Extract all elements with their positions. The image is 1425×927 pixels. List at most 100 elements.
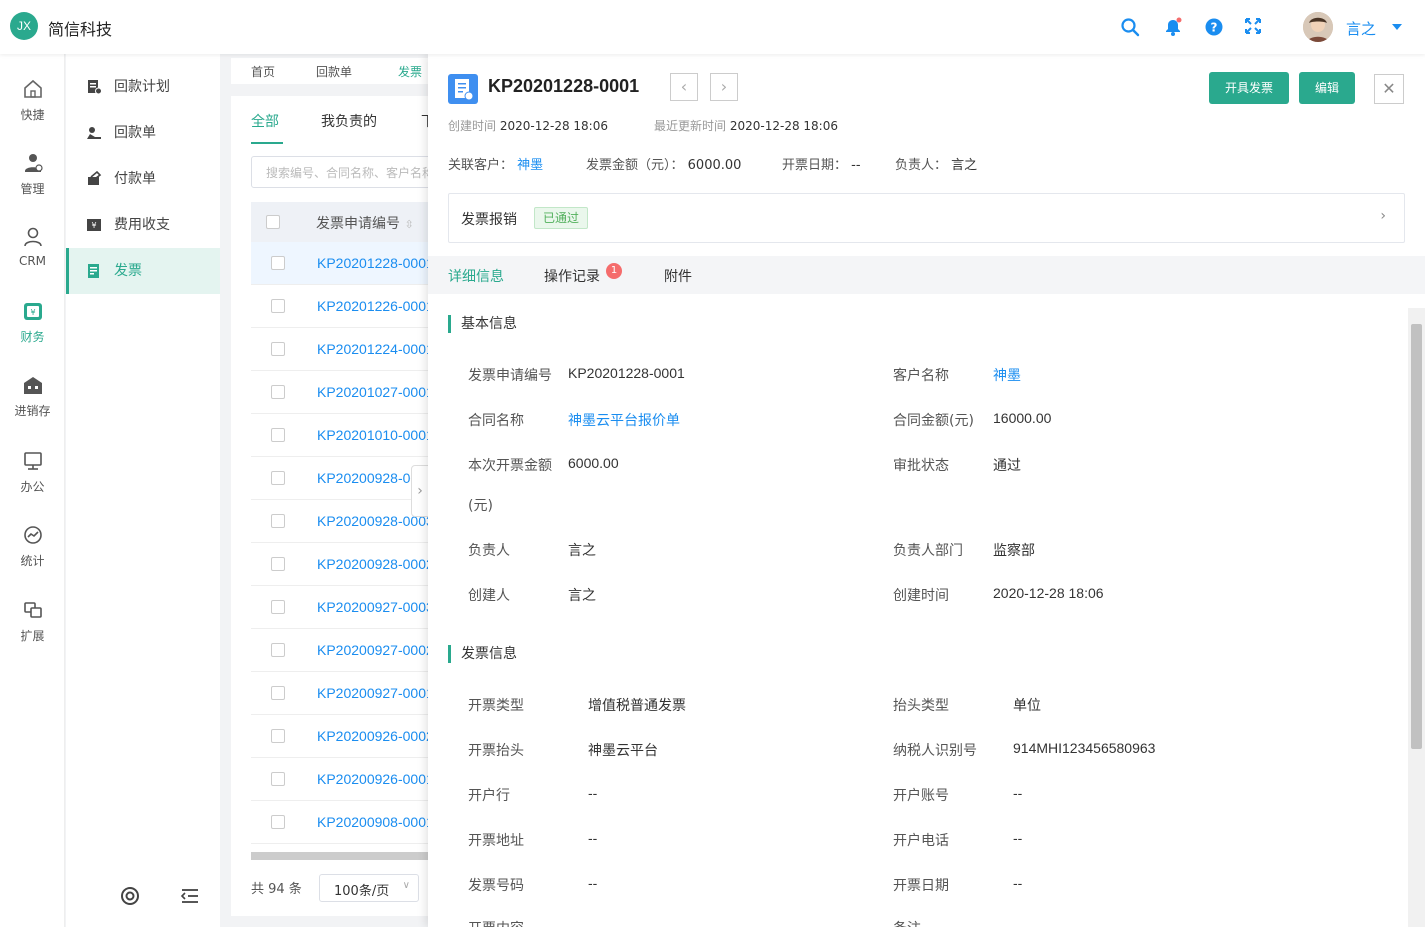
tab-operation-log[interactable]: 操作记录 [544,266,600,286]
field-value: -- [1013,830,1023,846]
invoice-no-link[interactable]: KP20200927-0002 [317,642,431,658]
horizontal-scrollbar[interactable] [251,852,431,860]
close-icon[interactable]: ✕ [1374,74,1404,104]
row-checkbox[interactable] [271,729,285,743]
table-row[interactable]: KP20201010-0001 [251,414,431,457]
chevron-down-icon[interactable] [1392,24,1402,30]
row-checkbox[interactable] [271,815,285,829]
contract-link[interactable]: 神墨云平台报价单 [568,410,680,430]
row-checkbox[interactable] [271,471,285,485]
scrollbar-thumb[interactable] [1411,324,1422,749]
table-row[interactable]: KP20200908-0001 [251,801,431,844]
row-checkbox[interactable] [271,643,285,657]
invoice-no-link[interactable]: KP20201027-0001 [317,384,431,400]
vertical-scrollbar[interactable] [1408,308,1425,927]
nav-item-extend[interactable]: 扩展 [0,599,65,644]
nav-item-quick[interactable]: 快捷 [0,78,65,123]
table-row[interactable]: KP20200928-0003 [251,500,431,543]
invoice-no-link[interactable]: KP20200908-0001 [317,814,431,830]
table-row[interactable]: KP20200928-0002 [251,543,431,586]
prev-record-button[interactable]: ‹ [670,73,698,101]
nav-item-stats[interactable]: 统计 [0,524,65,569]
approval-flow-card[interactable]: 发票报销 已通过 › [448,193,1405,243]
table-row[interactable]: KP20200926-0002 [251,715,431,758]
table-row[interactable]: KP20200926-0001 [251,758,431,801]
tab-mine[interactable]: 我负责的 [321,111,377,131]
page-tab-invoice[interactable]: 发票 [398,63,422,80]
subnav-label: 回款单 [114,125,156,141]
row-checkbox[interactable] [271,600,285,614]
nav-item-inventory[interactable]: 进销存 [0,374,65,419]
table-row[interactable]: KP20200927-0001 [251,672,431,715]
summary-customer: 关联客户： 神墨 [448,158,544,173]
settings-icon[interactable] [120,886,140,906]
search-icon[interactable] [1120,17,1140,37]
field-label: 发票号码 [468,878,524,894]
table-row[interactable]: KP20201027-0001 [251,371,431,414]
page-tab-receipt[interactable]: 回款单 [316,63,352,80]
page-tab-home[interactable]: 首页 [251,63,275,80]
invoice-no-link[interactable]: KP20200926-0002 [317,728,431,744]
subnav-item-payment[interactable]: 付款单 [66,156,220,202]
invoice-no-link[interactable]: KP20201010-0001 [317,427,431,443]
row-checkbox[interactable] [271,342,285,356]
invoice-icon [88,264,99,278]
table-row[interactable]: KP20200927-0002 [251,629,431,672]
search-input[interactable]: 搜索编号、合同名称、客户名称 [251,156,431,188]
nav-item-crm[interactable]: CRM [0,226,65,268]
row-checkbox[interactable] [271,772,285,786]
help-icon[interactable]: ? [1204,17,1224,37]
row-checkbox[interactable] [271,256,285,270]
customer-link[interactable]: 神墨 [993,365,1021,385]
user-name[interactable]: 言之 [1346,18,1376,39]
invoice-no-link[interactable]: KP20201228-0001 [317,255,431,271]
expand-handle[interactable]: › [411,465,429,517]
nav-label: 管理 [20,182,45,196]
table-row[interactable]: KP20201228-0001 [251,242,431,285]
bell-icon[interactable] [1163,17,1183,37]
invoice-no-link[interactable]: KP20200927-0001 [317,685,431,701]
invoice-no-link[interactable]: KP20201226-0001 [317,298,431,314]
invoice-no-link[interactable]: KP20200927-0003 [317,599,431,615]
table-row[interactable]: KP20201224-0001 [251,328,431,371]
edit-button[interactable]: 编辑 [1299,72,1356,104]
field-value: 914MHI123456580963 [1013,740,1156,756]
tab-all[interactable]: 全部 [251,111,279,131]
person-icon [23,227,42,247]
subnav-item-receipt[interactable]: 回款单 [66,110,220,156]
nav-item-manage[interactable]: 管理 [0,152,65,197]
invoice-no-link[interactable]: KP20200928-0002 [317,556,431,572]
tab-attachments[interactable]: 附件 [664,266,692,286]
row-checkbox[interactable] [271,428,285,442]
avatar[interactable] [1303,12,1333,42]
subnav-item-payment-plan[interactable]: 回款计划 [66,64,220,110]
row-checkbox[interactable] [271,299,285,313]
nav-item-office[interactable]: 办公 [0,450,65,495]
issue-invoice-button[interactable]: 开具发票 [1209,72,1290,104]
table-row[interactable]: KP20201226-0001 [251,285,431,328]
select-all-checkbox[interactable] [266,215,280,229]
subnav-label: 付款单 [114,171,156,187]
created-time: 创建时间 2020-12-28 18:06 [448,119,608,133]
row-checkbox[interactable] [271,686,285,700]
nav-item-finance[interactable]: ¥ 财务 [0,300,65,345]
subnav-item-expense[interactable]: ¥ 费用收支 [66,202,220,248]
page-size-select[interactable]: 100条/页 ∨ [319,874,419,902]
table-row[interactable]: KP20200927-0003 [251,586,431,629]
field-label: 审批状态 [893,458,949,474]
collapse-menu-icon[interactable] [180,887,200,905]
chevron-right-icon: › [1380,208,1386,224]
row-checkbox[interactable] [271,514,285,528]
subnav-item-invoice[interactable]: 发票 [66,248,220,294]
invoice-no-link[interactable]: KP20201224-0001 [317,341,431,357]
row-checkbox[interactable] [271,557,285,571]
table-row[interactable]: KP20200928-0004 [251,457,431,500]
field-value: 通过 [993,458,1021,474]
column-header-invoice-no[interactable]: 发票申请编号 ⇳ [316,213,414,233]
next-record-button[interactable]: › [710,73,738,101]
row-checkbox[interactable] [271,385,285,399]
user-manage-icon [24,154,43,172]
fullscreen-icon[interactable] [1244,17,1264,37]
invoice-no-link[interactable]: KP20200926-0001 [317,771,431,787]
tab-details[interactable]: 详细信息 [448,266,504,286]
